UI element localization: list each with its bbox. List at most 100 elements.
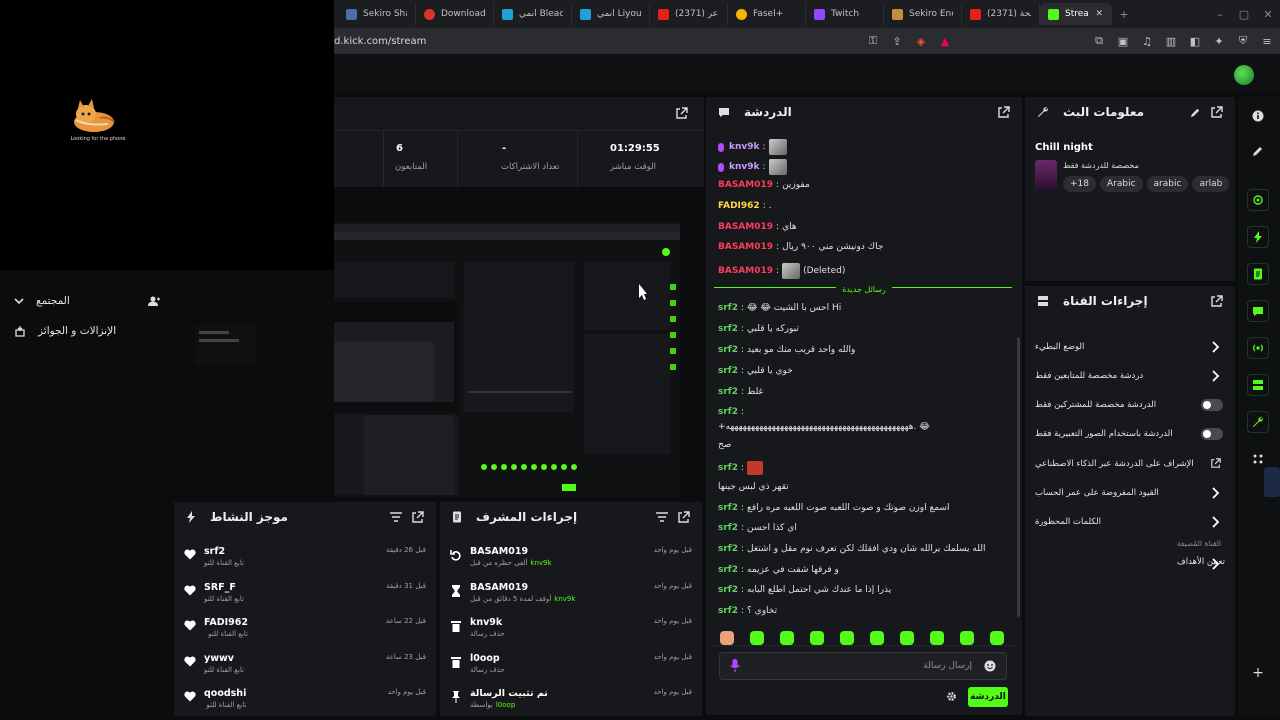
stream-preview[interactable] (334, 222, 680, 497)
chat-message[interactable]: srf2: خوي يا قلبي (718, 366, 1010, 376)
mod-action-item[interactable]: knv9k حذف رسالة قبل يوم واحد (450, 617, 692, 647)
channel-action-row[interactable]: الوضع البطيء (1035, 340, 1225, 354)
mod-action-target[interactable]: knv9k (554, 595, 575, 603)
popout-icon[interactable] (998, 106, 1010, 118)
channel-action-row[interactable]: الدردشة باستخدام الصور التعبيرية فقط (1035, 427, 1225, 441)
emote-icon[interactable] (720, 631, 734, 645)
send-chat-button[interactable]: الدردشة (968, 687, 1008, 707)
mod-action-target[interactable]: l0oop (496, 701, 515, 709)
chat-message[interactable]: knv9k: (718, 159, 1010, 175)
chat-username[interactable]: knv9k (729, 142, 760, 152)
activity-username[interactable]: ywwv (204, 653, 244, 664)
vpn-icon[interactable]: ⛨ (1236, 34, 1250, 48)
chat-message[interactable]: BASAM019: (Deleted) (718, 263, 1010, 279)
leo-icon[interactable]: ✦ (1212, 34, 1226, 48)
chat-username[interactable]: srf2 (718, 544, 738, 554)
channel-action-row[interactable]: دردشة مخصصة للمتابعين فقط (1035, 369, 1225, 383)
menu-icon[interactable]: ≡ (1260, 34, 1274, 48)
activity-item[interactable]: ywwv تابع القناة للتو قبل 23 ساعة (184, 653, 426, 683)
popout-icon[interactable] (676, 107, 688, 119)
minimize-icon[interactable]: – (1208, 8, 1232, 21)
emote-icon[interactable] (990, 631, 1004, 645)
chat-message[interactable]: srf2: الله يسلمك يرالله شان ودي افقلك لكن… (718, 544, 1010, 554)
mod-action-target[interactable]: knv9k (530, 559, 551, 567)
toggle-switch[interactable] (1201, 399, 1223, 411)
brave-shield-icon[interactable]: ◈ (914, 34, 928, 48)
close-tab-icon[interactable]: ✕ (1095, 9, 1103, 19)
external-link-icon[interactable] (1211, 458, 1221, 468)
nav-community[interactable]: المجتمع (0, 286, 172, 316)
panel-icon[interactable] (1247, 374, 1269, 396)
browser-tab-active[interactable]: Stream ✕ (1040, 3, 1112, 25)
chat-message[interactable]: BASAM019: هاي (718, 222, 1010, 232)
key-icon[interactable]: ⚿ (866, 34, 880, 48)
toggle-switch[interactable] (1201, 428, 1223, 440)
emote-icon[interactable] (810, 631, 824, 645)
browser-tab[interactable]: (2371) نكبنا عر (650, 3, 728, 25)
mod-action-item[interactable]: تم تثبيت الرسالة بواسطة l0oop قبل يوم واحد (450, 688, 692, 718)
chat-input[interactable]: إرسال رسالة (719, 652, 1007, 680)
add-icon[interactable]: + (1247, 662, 1269, 684)
browser-tab[interactable]: Sekiro Shado (338, 3, 416, 25)
user-avatar[interactable] (1234, 65, 1254, 85)
mic-icon[interactable] (730, 659, 740, 673)
browser-tab[interactable]: Sekiro Enemy (884, 3, 962, 25)
rewards-icon[interactable]: ▲ (938, 34, 952, 48)
filter-icon[interactable] (390, 512, 402, 522)
emote-icon[interactable] (750, 631, 764, 645)
chat-scrollbar[interactable] (1017, 337, 1020, 617)
mod-action-item[interactable]: BASAM019 ألغى حظره من قبل knv9k قبل يوم واح… (450, 546, 692, 576)
mod-action-subject[interactable]: BASAM019 (470, 582, 575, 593)
screenshot-icon[interactable]: ▣ (1116, 34, 1130, 48)
chat-username[interactable]: BASAM019 (718, 222, 773, 232)
activity-item[interactable]: SRF_F تابع القناة للتو قبل 31 دقيقة (184, 582, 426, 612)
browser-tab[interactable]: انمي Bleach (494, 3, 572, 25)
chat-message[interactable]: 😂 .ههههههههههههههههههههههههههههههههههههه… (718, 422, 1010, 432)
lightning-icon[interactable] (1247, 226, 1269, 248)
channel-action-row[interactable]: الكلمات المحظورة (1035, 515, 1225, 529)
chat-message[interactable]: srf2: والله واحد قريب منك مو بعيد (718, 345, 1010, 355)
activity-username[interactable]: qoodshi (204, 688, 246, 699)
mod-action-subject[interactable]: BASAM019 (470, 546, 552, 557)
activity-username[interactable]: srf2 (204, 546, 244, 557)
chat-username[interactable]: srf2 (718, 585, 738, 595)
browser-tab[interactable]: Fasel+ (728, 3, 806, 25)
info-icon[interactable] (1247, 105, 1269, 127)
chat-message[interactable]: srf2: (718, 407, 1010, 417)
chat-message[interactable]: BASAM019: مفوزين (718, 180, 1010, 190)
extensions-icon[interactable]: ⧉ (1092, 34, 1106, 48)
mod-action-subject[interactable]: knv9k (470, 617, 508, 628)
popout-icon[interactable] (1211, 295, 1223, 307)
chat-message[interactable]: صح (718, 440, 1010, 450)
activity-item[interactable]: srf2 تابع القناة للتو قبل 26 دقيقة (184, 546, 426, 576)
popout-icon[interactable] (412, 511, 424, 523)
emote-icon[interactable] (840, 631, 854, 645)
mod-action-subject[interactable]: l0oop (470, 653, 508, 664)
chat-username[interactable]: srf2 (718, 324, 738, 334)
activity-item[interactable]: qoodshi تابع القناة للتو قبل يوم واحد (184, 688, 426, 718)
filter-icon[interactable] (656, 512, 668, 522)
chat-username[interactable]: srf2 (718, 366, 738, 376)
chat-message[interactable]: srf2: اي كذا احسن (718, 523, 1010, 533)
chat-username[interactable]: srf2 (718, 387, 738, 397)
activity-username[interactable]: SRF_F (204, 582, 244, 593)
channel-action-row[interactable]: القيود المفروضة على عمر الحساب (1035, 486, 1225, 500)
chat-message[interactable]: srf2: و فرقها شفت في عزيمه (718, 565, 1010, 575)
chat-username[interactable]: srf2 (718, 523, 738, 533)
wallet-icon[interactable]: ◧ (1188, 34, 1202, 48)
browser-tab[interactable]: (2371) واضحة (962, 3, 1040, 25)
mod-action-item[interactable]: l0oop حذف رسالة قبل يوم واحد (450, 653, 692, 683)
activity-item[interactable]: FADI962 تابع القناة للتو قبل 22 ساعة (184, 617, 426, 647)
chat-username[interactable]: srf2 (718, 463, 738, 473)
chat-username[interactable]: srf2 (718, 503, 738, 513)
browser-tab[interactable]: انمي Liyou) (572, 3, 650, 25)
chat-message[interactable]: srf2: Hi احس با الشيت 😂 😂 (718, 303, 1010, 313)
chat-username[interactable]: FADI962 (718, 201, 760, 211)
url-field[interactable]: d.kick.com/stream (334, 36, 426, 47)
browser-tab[interactable]: Twitch (806, 3, 884, 25)
chat-username[interactable]: srf2 (718, 345, 738, 355)
channel-action-row[interactable]: الإشراف على الدردشة عبر الذكاء الاصطناعي (1035, 457, 1225, 471)
nav-drops[interactable]: الإنزالات و الجوائز (0, 316, 172, 346)
share-icon[interactable]: ⇪ (890, 34, 904, 48)
document-icon[interactable] (1247, 263, 1269, 285)
